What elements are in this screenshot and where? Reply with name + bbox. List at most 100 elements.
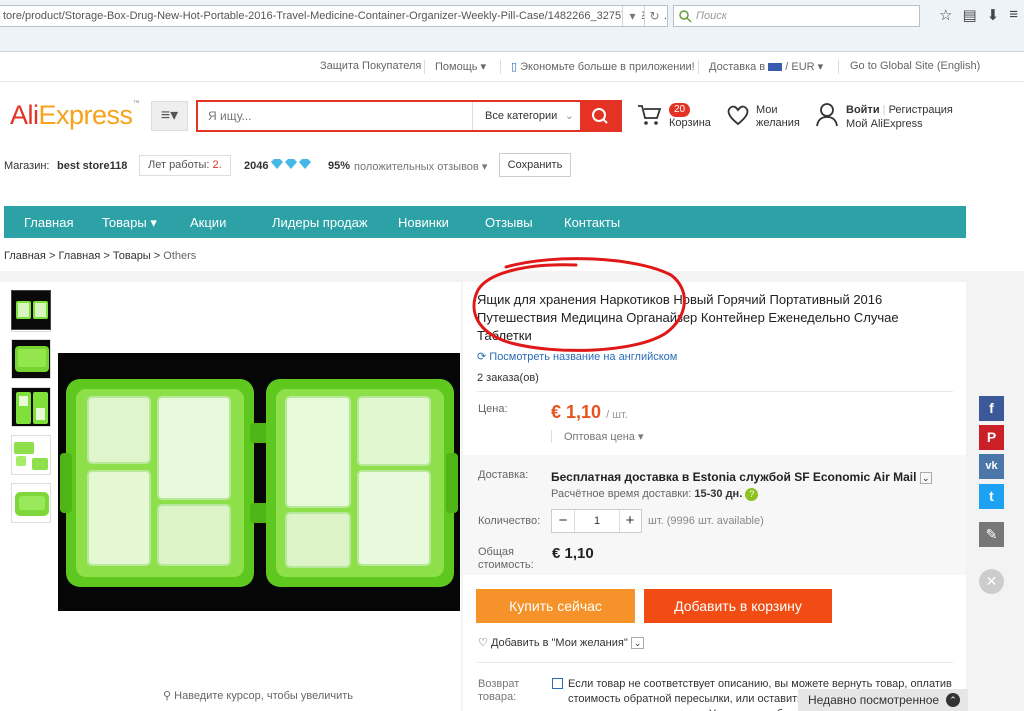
help-icon: ? xyxy=(745,488,759,501)
return-label: Возврат товара: xyxy=(478,678,520,703)
breadcrumb-home-2[interactable]: Главная xyxy=(58,250,100,262)
cart-icon xyxy=(638,105,662,125)
translate-title-link[interactable]: ⟳ Посмотреть название на английском xyxy=(477,350,677,363)
login-link[interactable]: Войти xyxy=(846,104,880,116)
wishlist-label[interactable]: Мои желания xyxy=(756,104,816,130)
store-nav: Главная Товары ▾ Акции Лидеры продаж Нов… xyxy=(4,206,966,238)
wholesale-price-toggle[interactable]: Оптовая цена ▾ xyxy=(551,430,643,443)
delivery-time: Расчётное время доставки: 15-30 дн. ? xyxy=(551,488,759,501)
browser-chrome: tore/product/Storage-Box-Drug-New-Hot-Po… xyxy=(0,0,1024,52)
thumbnail-1[interactable] xyxy=(11,290,51,330)
search-button[interactable] xyxy=(580,102,620,130)
heart-plus-icon: ♡ xyxy=(478,637,488,649)
category-select[interactable]: Все категории ⌄ xyxy=(472,102,582,130)
price-label: Цена: xyxy=(478,403,508,415)
quantity-increase-button[interactable]: + xyxy=(619,510,641,532)
top-links-bar: Защита Покупателя Помощь ▾ ▯ Экономьте б… xyxy=(0,52,1024,82)
cart-label[interactable]: Корзина xyxy=(669,117,711,129)
nav-reviews[interactable]: Отзывы xyxy=(485,215,533,230)
quantity-stepper: − 1 + xyxy=(551,509,642,533)
cart-count-badge: 20 xyxy=(669,103,691,117)
quantity-input[interactable]: 1 xyxy=(574,510,620,532)
browser-search-input[interactable]: Поиск xyxy=(673,5,920,27)
app-promo-link[interactable]: ▯ Экономьте больше в приложении! xyxy=(511,60,695,73)
global-site-link[interactable]: Go to Global Site (English) xyxy=(850,60,980,72)
dropdown-arrow-icon[interactable]: ▾ xyxy=(622,6,642,26)
orders-count: 2 заказа(ов) xyxy=(477,372,539,384)
store-name-link[interactable]: best store118 xyxy=(57,160,127,172)
buy-now-button[interactable]: Купить сейчас xyxy=(476,589,635,623)
toolbar-icons: ☆ ▤ ⬇ ≡ xyxy=(939,6,1018,24)
breadcrumb-home[interactable]: Главная xyxy=(4,250,46,262)
search-engine-icon xyxy=(679,10,692,23)
bookmark-star-icon[interactable]: ☆ xyxy=(939,6,952,24)
account-label: Войти | Регистрация Мой AliExpress xyxy=(846,104,953,131)
nav-home[interactable]: Главная xyxy=(24,215,73,230)
return-policy-icon xyxy=(552,678,563,689)
twitter-share-icon[interactable]: t xyxy=(979,484,1004,509)
feedback-percent: 95% xyxy=(328,160,351,172)
nav-new[interactable]: Новинки xyxy=(398,215,449,230)
aliexpress-logo[interactable]: AliExpress™ xyxy=(10,100,140,131)
download-icon[interactable]: ⬇ xyxy=(987,6,1000,24)
shipping-method[interactable]: Бесплатная доставка в Estonia службой SF… xyxy=(551,470,932,484)
url-text: tore/product/Storage-Box-Drug-New-Hot-Po… xyxy=(3,10,668,22)
save-store-button[interactable]: Сохранить xyxy=(499,153,571,177)
quantity-label: Количество: xyxy=(478,515,541,527)
recently-viewed-bar[interactable]: Недавно посмотренное ⌃ xyxy=(798,689,968,711)
address-bar[interactable]: tore/product/Storage-Box-Drug-New-Hot-Po… xyxy=(0,5,668,27)
nav-contacts[interactable]: Контакты xyxy=(564,215,620,230)
nav-bestsellers[interactable]: Лидеры продаж xyxy=(272,215,368,230)
quantity-decrease-button[interactable]: − xyxy=(552,510,574,532)
my-aliexpress-link[interactable]: Мой AliExpress xyxy=(846,117,953,131)
total-label: Общая стоимость: xyxy=(478,546,534,571)
buyer-protection-link[interactable]: Защита Покупателя xyxy=(320,60,421,72)
store-label: Магазин: xyxy=(4,160,50,172)
diamond-rating-icon xyxy=(270,158,312,173)
breadcrumb-current: Others xyxy=(163,250,197,262)
product-main-image[interactable] xyxy=(58,353,460,611)
pinterest-share-icon[interactable]: P xyxy=(979,425,1004,450)
thumbnail-5[interactable] xyxy=(11,483,51,523)
thumbnail-3[interactable] xyxy=(11,387,51,427)
account-button[interactable] xyxy=(815,102,839,131)
magnifier-icon: ⚲ xyxy=(163,690,172,702)
user-icon xyxy=(816,103,838,127)
zoom-hint: ⚲ Наведите курсор, чтобы увеличить xyxy=(163,690,354,702)
register-link[interactable]: Регистрация xyxy=(889,104,953,116)
flag-icon xyxy=(768,63,783,72)
breadcrumb: Главная > Главная > Товары > Others xyxy=(4,250,197,262)
shipping-dropdown-icon: ⌄ xyxy=(919,472,932,484)
breadcrumb-products[interactable]: Товары xyxy=(113,250,151,262)
reload-icon[interactable]: ↻ xyxy=(644,6,664,26)
cart-button[interactable] xyxy=(636,103,662,130)
product-title: Ящик для хранения Наркотиков Новый Горяч… xyxy=(477,292,899,343)
nav-promotions[interactable]: Акции xyxy=(190,215,226,230)
edit-icon[interactable]: ✎ xyxy=(979,522,1004,547)
add-to-wishlist-link[interactable]: ♡ Добавить в "Мои желания" ⌄ xyxy=(478,636,645,649)
vk-share-icon[interactable]: vk xyxy=(979,454,1004,479)
facebook-share-icon[interactable]: f xyxy=(979,396,1004,421)
pill-box-image xyxy=(58,353,460,611)
thumbnail-4[interactable] xyxy=(11,435,51,475)
categories-menu-button[interactable]: ≡▾ xyxy=(151,101,188,131)
nav-products[interactable]: Товары ▾ xyxy=(102,215,157,231)
store-years-badge: Лет работы: 2. xyxy=(139,155,231,176)
thumbnail-2[interactable] xyxy=(11,339,51,379)
phone-icon: ▯ xyxy=(511,61,518,73)
search-icon xyxy=(592,108,608,124)
close-icon[interactable]: ✕ xyxy=(979,569,1004,594)
search-box: Все категории ⌄ xyxy=(196,100,622,132)
menu-icon[interactable]: ≡ xyxy=(1009,6,1018,24)
total-price: € 1,10 xyxy=(552,545,594,562)
help-menu[interactable]: Помощь ▾ xyxy=(435,60,486,73)
product-price: € 1,10 / шт. xyxy=(551,402,628,422)
chevron-up-icon: ⌃ xyxy=(946,693,960,707)
reading-list-icon[interactable]: ▤ xyxy=(962,6,976,24)
heart-icon xyxy=(727,105,749,126)
search-input[interactable] xyxy=(198,102,470,130)
wishlist-button[interactable] xyxy=(726,104,750,129)
feedback-label[interactable]: положительных отзывов ▾ xyxy=(354,160,487,173)
add-to-cart-button[interactable]: Добавить в корзину xyxy=(644,589,832,623)
delivery-selector[interactable]: Доставка в / EUR ▾ xyxy=(709,60,823,73)
